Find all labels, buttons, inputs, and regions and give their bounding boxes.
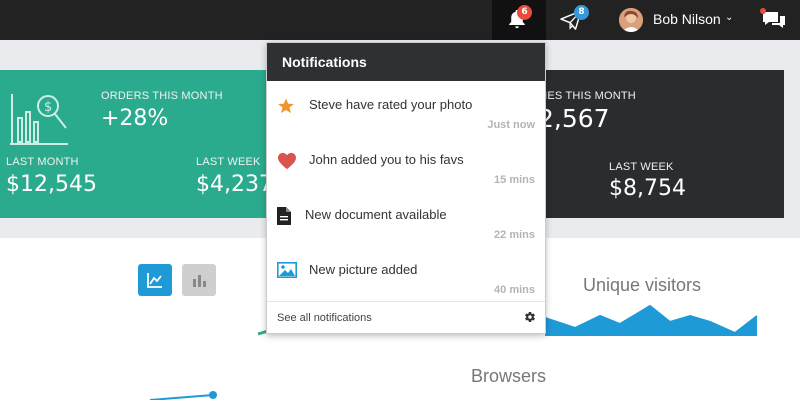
last-week-label: LAST WEEK [196,156,261,168]
analytics-icon: $ [10,94,68,145]
notification-item[interactable]: John added you to his favs 15 mins [267,140,545,195]
star-icon [278,98,294,114]
notifications-count-badge: 6 [517,5,532,20]
notifications-footer: See all notifications [267,301,545,333]
sales-this-month-label: MES THIS MONTH [538,90,636,102]
picture-icon [277,262,297,278]
notification-time: Just now [487,119,535,131]
browsers-title: Browsers [471,366,547,386]
heart-icon [278,152,296,170]
last-month-label: LAST MONTH [6,156,79,168]
see-all-notifications-link[interactable]: See all notifications [277,312,372,324]
notifications-button[interactable]: 6 [492,0,546,40]
notification-time: 40 mins [494,284,535,296]
messages-count-badge: 8 [574,5,589,20]
notification-text: New document available [305,207,447,222]
notification-time: 22 mins [494,229,535,241]
gear-icon[interactable] [524,311,536,323]
line-chart-icon [147,273,162,288]
orders-stat-card: $ ORDERS THIS MONTH +28% LAST MONTH $12,… [0,70,300,218]
messages-button[interactable]: 8 [556,0,600,40]
chat-button[interactable] [757,0,800,40]
notifications-dropdown: Notifications Steve have rated your phot… [266,42,546,334]
notification-item[interactable]: New document available 22 mins [267,195,545,250]
sales-this-month-value: 2,567 [538,104,610,133]
last-month-value: $12,545 [6,172,97,197]
chevron-down-icon: ⌄ [725,12,734,23]
notification-item[interactable]: Steve have rated your photo Just now [267,85,545,140]
notification-time: 15 mins [494,174,535,186]
dark-last-week-value: $8,754 [609,176,686,201]
notification-item[interactable]: New picture added 40 mins [267,250,545,305]
notification-text: Steve have rated your photo [309,97,473,112]
document-icon [277,207,291,225]
unique-visitors-title: Unique visitors [583,275,702,295]
orders-this-month-value: +28% [101,106,169,131]
avatar [619,8,643,32]
svg-text:$: $ [44,100,52,115]
last-week-value: $4,237 [196,172,273,197]
dark-last-week-label: LAST WEEK [609,161,674,173]
bar-chart-icon [193,275,206,287]
orders-this-month-label: ORDERS THIS MONTH [101,90,223,102]
bar-chart-button[interactable] [182,264,216,296]
user-menu[interactable]: Bob Nilson ⌄ [617,0,747,40]
notification-text: John added you to his favs [309,152,464,167]
notification-text: New picture added [309,262,418,277]
user-name: Bob Nilson [653,11,721,27]
notifications-title: Notifications [282,54,367,70]
top-navbar: 6 8 Bob Nilson ⌄ [0,0,800,40]
line-chart-button[interactable] [138,264,172,296]
chat-unread-dot [760,8,766,14]
notifications-header: Notifications [267,43,545,81]
